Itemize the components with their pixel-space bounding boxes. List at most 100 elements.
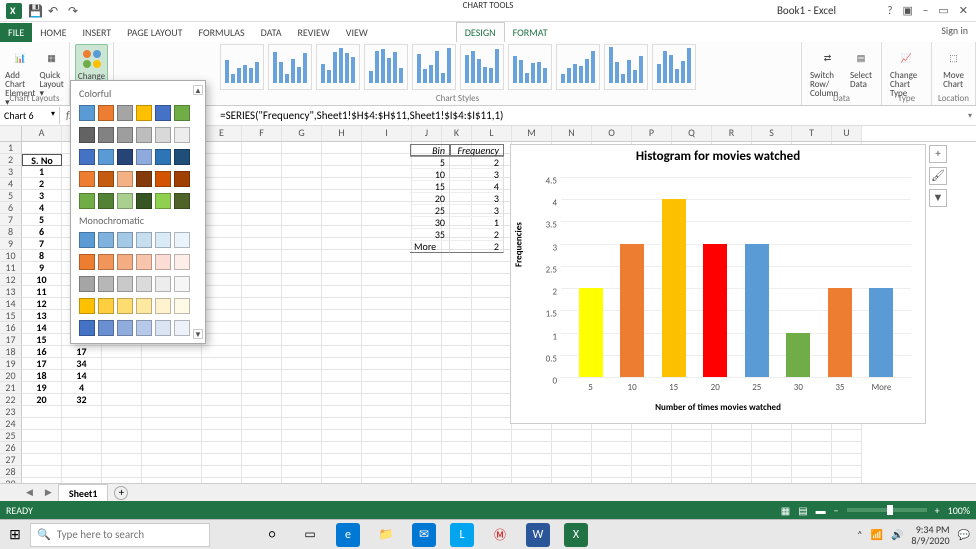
cell[interactable]: 10 bbox=[22, 274, 62, 286]
color-swatch[interactable] bbox=[117, 254, 133, 270]
cell[interactable] bbox=[22, 466, 62, 478]
cortana-icon[interactable]: ○ bbox=[260, 523, 284, 547]
cell[interactable] bbox=[322, 154, 362, 166]
cell[interactable] bbox=[472, 370, 512, 382]
color-swatch[interactable] bbox=[136, 105, 152, 121]
cell[interactable] bbox=[242, 370, 282, 382]
cell[interactable] bbox=[412, 262, 442, 274]
color-swatch[interactable] bbox=[174, 254, 190, 270]
cell[interactable] bbox=[242, 466, 282, 478]
cell[interactable] bbox=[142, 346, 202, 358]
mono-row-4[interactable] bbox=[75, 317, 201, 339]
taskbar-search[interactable]: 🔍 Type here to search bbox=[30, 523, 210, 547]
cell[interactable] bbox=[792, 454, 832, 466]
tab-insert[interactable]: INSERT bbox=[75, 23, 120, 42]
color-swatch[interactable] bbox=[98, 171, 114, 187]
color-swatch[interactable] bbox=[155, 276, 171, 292]
histogram-bar[interactable] bbox=[703, 244, 727, 377]
cell[interactable] bbox=[202, 322, 242, 334]
cell[interactable] bbox=[472, 274, 512, 286]
cell[interactable] bbox=[412, 298, 442, 310]
cell[interactable] bbox=[322, 298, 362, 310]
cell[interactable] bbox=[282, 370, 322, 382]
cell[interactable] bbox=[712, 454, 752, 466]
cell[interactable] bbox=[282, 334, 322, 346]
cell[interactable] bbox=[202, 430, 242, 442]
cell[interactable] bbox=[322, 430, 362, 442]
cell[interactable] bbox=[512, 454, 552, 466]
start-button[interactable]: ⊞ bbox=[0, 526, 30, 543]
color-swatch[interactable] bbox=[117, 320, 133, 336]
color-swatch[interactable] bbox=[136, 320, 152, 336]
cell[interactable] bbox=[322, 418, 362, 430]
color-swatch[interactable] bbox=[174, 232, 190, 248]
cell[interactable] bbox=[242, 178, 282, 190]
color-swatch[interactable] bbox=[79, 127, 95, 143]
cell[interactable] bbox=[62, 442, 102, 454]
cell[interactable] bbox=[362, 298, 412, 310]
cell[interactable]: 11 bbox=[22, 286, 62, 298]
chart-filters-icon[interactable]: ▼ bbox=[929, 189, 947, 207]
cell[interactable] bbox=[202, 346, 242, 358]
histogram-bar[interactable] bbox=[786, 333, 810, 377]
cell[interactable] bbox=[102, 466, 142, 478]
color-swatch[interactable] bbox=[136, 127, 152, 143]
color-swatch[interactable] bbox=[136, 232, 152, 248]
colorful-row-1[interactable] bbox=[75, 124, 201, 146]
cell[interactable] bbox=[412, 358, 442, 370]
color-swatch[interactable] bbox=[79, 171, 95, 187]
cell[interactable] bbox=[242, 406, 282, 418]
color-swatch[interactable] bbox=[136, 193, 152, 209]
column-header-N[interactable]: N bbox=[552, 126, 592, 141]
cell[interactable] bbox=[442, 370, 472, 382]
more-freq-cell[interactable]: 2 bbox=[450, 241, 504, 253]
cell[interactable] bbox=[322, 238, 362, 250]
dropdown-scrollbar[interactable]: ▲ ▼ bbox=[193, 85, 203, 339]
cell[interactable] bbox=[442, 346, 472, 358]
color-swatch[interactable] bbox=[174, 149, 190, 165]
cell[interactable] bbox=[322, 190, 362, 202]
switch-row-column-button[interactable]: ⇄ Switch Row/ Column bbox=[808, 44, 847, 100]
cell[interactable] bbox=[362, 154, 412, 166]
cell[interactable] bbox=[322, 466, 362, 478]
cell[interactable] bbox=[412, 466, 442, 478]
histogram-bar[interactable] bbox=[869, 288, 893, 377]
cell[interactable] bbox=[202, 286, 242, 298]
change-chart-type-button[interactable]: 📈 Change Chart Type bbox=[888, 44, 925, 100]
color-swatch[interactable] bbox=[79, 193, 95, 209]
column-header-U[interactable]: U bbox=[832, 126, 862, 141]
column-header-H[interactable]: H bbox=[322, 126, 362, 141]
cell[interactable] bbox=[322, 142, 362, 154]
cell[interactable] bbox=[442, 406, 472, 418]
histogram-bar[interactable] bbox=[579, 288, 603, 377]
cell[interactable]: 7 bbox=[22, 238, 62, 250]
cell[interactable] bbox=[442, 466, 472, 478]
color-swatch[interactable] bbox=[79, 254, 95, 270]
cell[interactable] bbox=[102, 370, 142, 382]
color-swatch[interactable] bbox=[98, 320, 114, 336]
cell[interactable] bbox=[472, 334, 512, 346]
cell[interactable] bbox=[242, 250, 282, 262]
chart-style-8[interactable] bbox=[556, 44, 600, 90]
cell[interactable] bbox=[322, 358, 362, 370]
cell[interactable] bbox=[242, 190, 282, 202]
sheet-prev-icon[interactable]: ◀ bbox=[20, 487, 39, 498]
cell[interactable] bbox=[282, 226, 322, 238]
cell[interactable] bbox=[712, 442, 752, 454]
cell[interactable] bbox=[242, 214, 282, 226]
cell[interactable] bbox=[242, 298, 282, 310]
wifi-icon[interactable]: 📶 bbox=[871, 528, 883, 541]
zoom-in-icon[interactable]: + bbox=[935, 504, 940, 517]
cell[interactable] bbox=[282, 358, 322, 370]
cell[interactable] bbox=[362, 466, 412, 478]
cell[interactable]: 16 bbox=[22, 346, 62, 358]
cell[interactable] bbox=[322, 310, 362, 322]
chart-styles-gallery[interactable] bbox=[220, 44, 696, 90]
cell[interactable] bbox=[362, 190, 412, 202]
cell[interactable] bbox=[202, 214, 242, 226]
colorful-row-0[interactable] bbox=[75, 102, 201, 124]
color-swatch[interactable] bbox=[174, 171, 190, 187]
cell[interactable] bbox=[442, 298, 472, 310]
undo-icon[interactable]: ↶ bbox=[48, 4, 62, 18]
cell[interactable] bbox=[552, 454, 592, 466]
